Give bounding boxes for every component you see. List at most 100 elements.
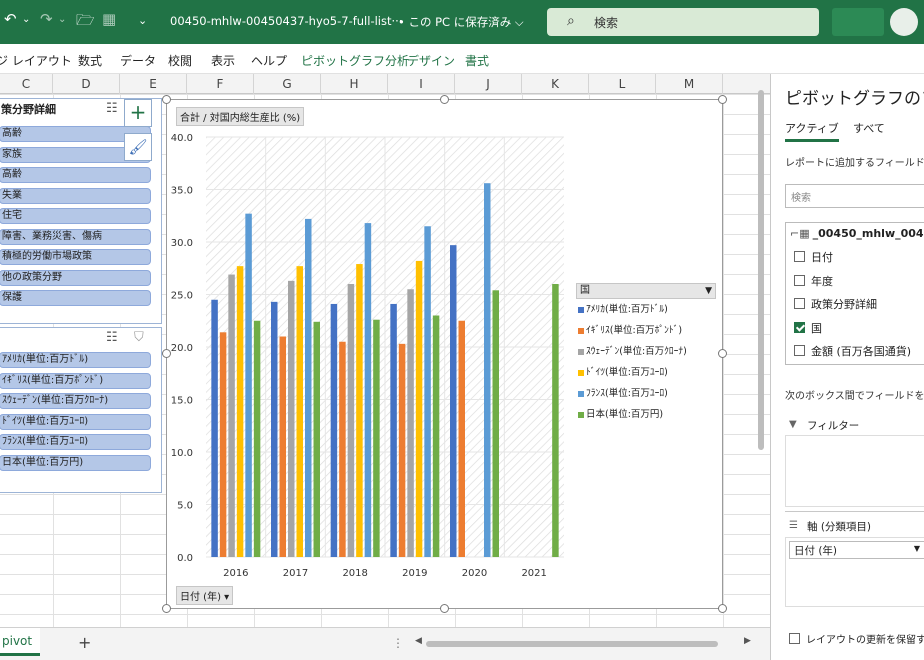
customize-toolbar-icon[interactable]: ⌄ — [138, 14, 147, 27]
slicer-item[interactable]: ﾌﾗﾝｽ(単位:百万ﾕｰﾛ) — [0, 434, 151, 450]
bar[interactable] — [356, 264, 363, 557]
tab-format[interactable]: 書式 — [465, 52, 489, 69]
resize-handle[interactable] — [718, 604, 727, 613]
legend-field-button[interactable]: 国 ▼ — [576, 283, 716, 299]
bar[interactable] — [279, 336, 287, 558]
bar[interactable] — [407, 289, 414, 557]
legend-item[interactable]: ﾌﾗﾝｽ(単位:百万ﾕｰﾛ) — [576, 383, 716, 404]
multi-select-icon[interactable]: ☷ — [106, 101, 118, 116]
bar[interactable] — [432, 315, 440, 558]
bar[interactable] — [484, 183, 491, 557]
checkbox-icon[interactable] — [794, 321, 805, 333]
add-sheet-icon[interactable]: + — [78, 633, 91, 652]
scroll-left-icon[interactable]: ◀ — [415, 636, 422, 646]
field-search-input[interactable]: 検索 — [785, 184, 924, 208]
redo-dropdown-icon[interactable]: ⌄ — [58, 14, 66, 25]
slicer-item[interactable]: ﾄﾞｲﾂ(単位:百万ﾕｰﾛ) — [0, 413, 151, 430]
bar[interactable] — [236, 266, 244, 557]
bar[interactable] — [424, 226, 431, 557]
field-item[interactable]: 政策分野詳細 — [794, 296, 877, 312]
bar[interactable] — [552, 284, 559, 557]
slicer-item[interactable]: 高齢 — [0, 167, 151, 183]
bar[interactable] — [313, 321, 321, 557]
bar[interactable] — [373, 319, 380, 557]
column-header[interactable]: E — [120, 74, 187, 94]
column-header[interactable]: L — [589, 74, 656, 94]
tab-view[interactable]: 表示 — [211, 52, 235, 69]
table-name[interactable]: ⌐▦_00450_mhlw_00450437 — [790, 227, 924, 240]
resize-handle[interactable] — [440, 95, 449, 104]
bar[interactable] — [253, 320, 261, 557]
bar[interactable] — [288, 280, 295, 557]
clear-filter-icon[interactable]: ⛉ — [134, 330, 144, 345]
column-header[interactable]: J — [455, 74, 522, 94]
axis-field-button[interactable]: 日付 (年) ▾ — [176, 586, 234, 605]
scroll-thumb[interactable] — [426, 641, 718, 647]
column-header[interactable]: C — [0, 74, 53, 94]
slicer-item[interactable]: 保護 — [0, 290, 151, 306]
bar[interactable] — [330, 303, 338, 557]
field-item[interactable]: 国 — [794, 320, 822, 336]
bar[interactable] — [228, 274, 235, 557]
resize-handle[interactable] — [718, 95, 727, 104]
legend-item[interactable]: ｲｷﾞﾘｽ(単位:百万ﾎﾟﾝﾄﾞ) — [576, 320, 716, 341]
tab-page-layout[interactable]: ジ レイアウト — [0, 52, 72, 69]
scroll-thumb[interactable] — [758, 90, 764, 450]
column-header[interactable]: D — [53, 74, 120, 94]
field-item[interactable]: 日付 — [794, 249, 833, 265]
bar[interactable] — [305, 218, 312, 557]
filter-drop-area[interactable] — [785, 435, 924, 507]
bar[interactable] — [398, 343, 406, 557]
tab-pivotchart-analyze[interactable]: ピボットグラフ分析 — [301, 52, 409, 69]
chart-elements-button[interactable]: + — [124, 99, 152, 127]
bar[interactable] — [492, 290, 500, 557]
scroll-right-icon[interactable]: ▶ — [744, 636, 751, 646]
legend-item[interactable]: 日本(単位:百万円) — [576, 404, 716, 425]
checkbox-icon[interactable] — [794, 298, 805, 309]
undo-dropdown-icon[interactable]: ⌄ — [22, 14, 30, 25]
bar[interactable] — [211, 299, 218, 557]
checkbox-icon[interactable] — [794, 251, 805, 262]
checkbox-icon[interactable] — [794, 274, 805, 286]
slicer-item[interactable]: ｲｷﾞﾘｽ(単位:百万ﾎﾟﾝﾄﾞ) — [0, 372, 151, 389]
resize-handle[interactable] — [718, 349, 727, 358]
tab-splitter-icon[interactable]: ⋮ — [392, 636, 404, 650]
tab-data[interactable]: データ — [120, 52, 156, 69]
bar[interactable] — [339, 341, 346, 557]
sheet-tab-pivot[interactable]: pivot — [0, 628, 40, 656]
slicer-policy-detail[interactable]: 策分野詳細 ☷ 高齢 家族 高齢 失業 住宅 障害、業務災害、傷病 積極的労働市場政策 他の政… — [0, 98, 162, 324]
slicer-item[interactable]: ｽｳｪｰﾃﾞﾝ(単位:百万ｸﾛｰﾅ) — [0, 393, 151, 409]
avatar[interactable] — [890, 8, 918, 36]
slicer-item[interactable]: 障害、業務災害、傷病 — [0, 228, 151, 245]
horizontal-scrollbar[interactable]: ◀ ▶ — [415, 636, 753, 650]
file-name[interactable]: 00450-mhlw-00450437-hyo5-7-full-list··· — [170, 14, 402, 28]
bar[interactable] — [347, 284, 355, 557]
open-folder-icon[interactable]: 🗁 — [76, 10, 95, 35]
slicer-item[interactable]: 失業 — [0, 187, 151, 204]
tab-review[interactable]: 校閲 — [168, 52, 192, 69]
resize-handle[interactable] — [162, 349, 171, 358]
search-box[interactable]: ⌕ 検索 — [547, 8, 819, 36]
account-button[interactable] — [832, 8, 884, 36]
form-icon[interactable]: ▦ — [102, 10, 116, 28]
column-header[interactable]: K — [522, 74, 589, 94]
redo-icon[interactable]: ↷ — [40, 10, 53, 28]
slicer-item[interactable]: 他の政策分野 — [0, 269, 151, 286]
save-status[interactable]: • この PC に保存済み ⌵ — [398, 14, 524, 30]
checkbox-icon[interactable] — [794, 345, 805, 356]
bar[interactable] — [296, 266, 304, 557]
legend-item[interactable]: ｱﾒﾘｶ(単位:百万ﾄﾞﾙ) — [576, 299, 716, 320]
tab-design[interactable]: デザイン — [407, 52, 455, 69]
slicer-item[interactable]: 積極的労働市場政策 — [0, 249, 151, 265]
defer-update-checkbox[interactable]: レイアウトの更新を保留する — [789, 631, 924, 646]
bar[interactable] — [458, 320, 466, 557]
tab-active[interactable]: アクティブ — [785, 120, 839, 142]
slicer-country[interactable]: ☷ ⛉ ｱﾒﾘｶ(単位:百万ﾄﾞﾙ) ｲｷﾞﾘｽ(単位:百万ﾎﾟﾝﾄﾞ) ｽｳｪｰﾃ… — [0, 327, 162, 493]
tab-help[interactable]: ヘルプ — [251, 52, 287, 69]
bar[interactable] — [415, 260, 423, 557]
tab-all[interactable]: すべて — [853, 120, 885, 136]
field-item[interactable]: 金額 (百万各国通貨) — [794, 343, 911, 359]
undo-icon[interactable]: ↶ — [4, 10, 17, 28]
resize-handle[interactable] — [162, 604, 171, 613]
bar[interactable] — [390, 303, 397, 557]
